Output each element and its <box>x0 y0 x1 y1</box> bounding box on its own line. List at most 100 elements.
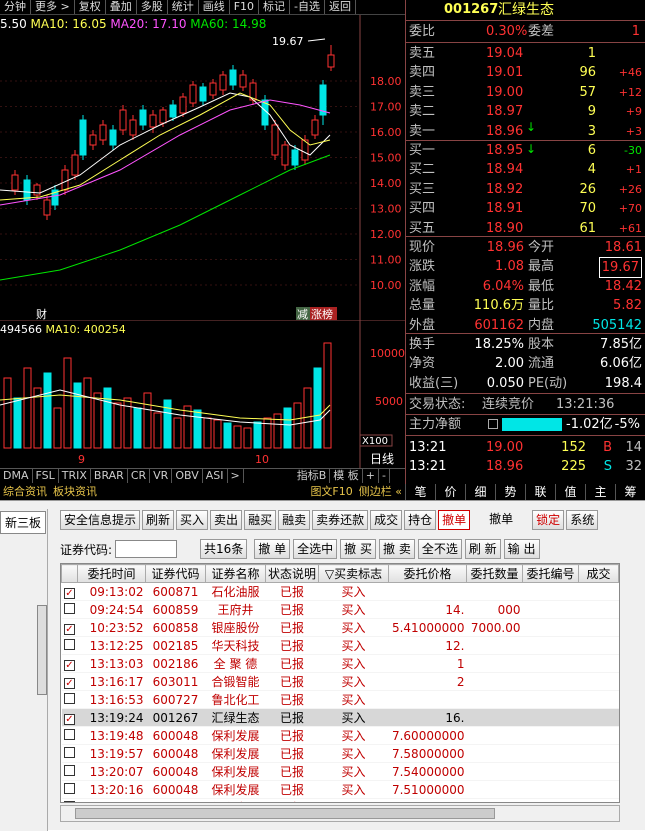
col-header[interactable]: 委托数量 <box>466 564 523 583</box>
checkbox-icon[interactable] <box>63 746 75 758</box>
row-checkbox[interactable] <box>61 780 78 799</box>
col-header[interactable]: 证券名称 <box>204 564 266 583</box>
table-row[interactable]: 13:16:53 600727 鲁北化工 已报 买入 <box>61 690 619 709</box>
menu-item-3[interactable]: 叠加 <box>106 0 137 14</box>
action-button-3[interactable]: 撤 卖 <box>379 539 415 559</box>
menu-item-1[interactable]: 更多 > <box>31 0 75 14</box>
row-checkbox[interactable] <box>61 762 78 781</box>
action-button-1[interactable]: 全选中 <box>293 539 338 559</box>
menu-item-9[interactable]: -自选 <box>290 0 326 14</box>
indicator-tab-2[interactable]: TRIX <box>59 469 91 483</box>
indicator-tab-7[interactable]: ASI <box>203 469 228 483</box>
indicator-tab-12[interactable]: - <box>379 469 390 483</box>
toolbar-button-10[interactable]: 撤单 <box>486 510 516 530</box>
checkbox-icon[interactable]: ✓ <box>63 713 75 725</box>
menu-item-7[interactable]: F10 <box>230 0 260 14</box>
row-checkbox[interactable]: ✓ <box>61 708 78 727</box>
table-row[interactable]: 13:20:07 600048 保利发展 已报 买入 7.54000000 <box>61 762 619 781</box>
info-tab-2[interactable]: 图文F10 <box>307 484 355 500</box>
toolbar-button-4[interactable]: 融买 <box>244 510 277 530</box>
indicator-tab-9[interactable]: 指标B <box>294 469 331 483</box>
quote-tab-2[interactable]: 细 <box>465 484 495 500</box>
row-checkbox[interactable] <box>61 690 78 709</box>
col-header[interactable]: 状态说明 <box>264 564 320 583</box>
table-row[interactable]: 13:20:16 600048 保利发展 已报 买入 7.51000000 <box>61 780 619 799</box>
checkbox-icon[interactable] <box>63 692 75 704</box>
row-checkbox[interactable]: ✓ <box>61 582 78 601</box>
toolbar-button-6[interactable]: 卖券还款 <box>312 510 369 530</box>
toolbar-button-9[interactable]: 撤单 <box>438 510 471 530</box>
checkbox-icon[interactable]: ✓ <box>63 659 75 671</box>
menu-item-2[interactable]: 复权 <box>75 0 106 14</box>
info-tab-3[interactable]: 侧边栏 « <box>356 484 405 500</box>
toolbar-button-1[interactable]: 刷新 <box>142 510 175 530</box>
col-header[interactable]: 委托编号 <box>522 564 579 583</box>
checkbox-icon[interactable]: ✓ <box>63 623 75 635</box>
checkbox-icon[interactable]: ✓ <box>63 677 75 689</box>
row-checkbox[interactable]: ✓ <box>61 618 78 637</box>
indicator-tab-10[interactable]: 模 板 <box>330 469 363 483</box>
toolbar-button-12[interactable]: 系统 <box>566 510 599 530</box>
left-scrollbar[interactable] <box>37 605 47 695</box>
row-checkbox[interactable] <box>61 726 78 745</box>
menu-item-5[interactable]: 统计 <box>168 0 199 14</box>
quote-tab-0[interactable]: 笔 <box>405 484 435 500</box>
toolbar-button-5[interactable]: 融卖 <box>278 510 311 530</box>
kline-candles[interactable]: 18.00 17.00 16.00 15.00 14.00 13.00 12.00 11.00… <box>0 15 405 320</box>
row-checkbox[interactable] <box>61 798 78 802</box>
menu-item-4[interactable]: 多股 <box>137 0 168 14</box>
menu-item-0[interactable]: 分钟 <box>0 0 31 14</box>
table-row[interactable]: 13:19:57 600048 保利发展 已报 买入 7.58000000 <box>61 744 619 763</box>
table-row[interactable]: ✓ 13:13:03 002186 全 聚 德已报 买入 1 <box>61 654 619 673</box>
col-header[interactable]: ▽买卖标志 <box>318 564 389 583</box>
table-row[interactable]: ✓ 10:23:52 600858 银座股份 已报 买入 5.41000000 7000.00 <box>61 618 619 637</box>
table-row[interactable]: 13:20:26600048保利发展已报买入7.47000000 <box>61 798 619 802</box>
row-checkbox[interactable] <box>61 744 78 763</box>
order-grid[interactable]: 委托时间 证券代码 证券名称 状态说明 ▽买卖标志 委托价格 委托数量 委托编号 成交 ✓ 09:… <box>60 563 620 803</box>
row-checkbox[interactable]: ✓ <box>61 672 78 691</box>
quote-tab-1[interactable]: 价 <box>435 484 465 500</box>
indicator-tab-3[interactable]: BRAR <box>91 469 128 483</box>
indicator-tab-1[interactable]: FSL <box>33 469 59 483</box>
action-button-4[interactable]: 全不选 <box>417 539 462 559</box>
col-header[interactable]: 委托价格 <box>388 564 467 583</box>
tab-neeq[interactable]: 新三板 <box>0 511 46 534</box>
indicator-tab-11[interactable]: + <box>363 469 379 483</box>
quote-tab-6[interactable]: 主 <box>585 484 615 500</box>
table-row[interactable]: ✓ 09:13:02 600871 石化油服 已报 买入 <box>61 582 619 601</box>
action-button-5[interactable]: 刷 新 <box>464 539 501 559</box>
toolbar-button-0[interactable]: 安全信息提示 <box>60 510 141 530</box>
col-header[interactable]: 成交 <box>578 564 619 583</box>
quote-tab-3[interactable]: 势 <box>495 484 525 500</box>
checkbox-icon[interactable] <box>63 764 75 776</box>
toolbar-button-3[interactable]: 卖出 <box>210 510 243 530</box>
toolbar-button-8[interactable]: 持仓 <box>404 510 437 530</box>
kline-chart-panel[interactable]: 分钟 更多 > 复权 叠加 多股 统计 画线 F10 标记 -自选 返回 5.50 MA10: 16… <box>0 0 405 500</box>
scroll-thumb[interactable] <box>75 808 495 819</box>
row-checkbox[interactable] <box>61 600 78 619</box>
toolbar-button-7[interactable]: 成交 <box>370 510 403 530</box>
toolbar-button-2[interactable]: 买入 <box>176 510 209 530</box>
horizontal-scrollbar[interactable] <box>60 805 620 822</box>
quote-tab-4[interactable]: 联 <box>525 484 555 500</box>
quote-tab-5[interactable]: 值 <box>555 484 585 500</box>
menu-item-8[interactable]: 标记 <box>259 0 291 14</box>
action-button-2[interactable]: 撤 买 <box>340 539 376 559</box>
indicator-tab-4[interactable]: CR <box>128 469 151 483</box>
indicator-tab-8[interactable]: > <box>228 469 244 483</box>
checkbox-icon[interactable] <box>63 800 75 802</box>
info-tab-0[interactable]: 综合资讯 <box>0 484 50 500</box>
code-input[interactable] <box>115 540 178 558</box>
info-tab-1[interactable]: 板块资讯 <box>50 484 100 500</box>
action-button-6[interactable]: 输 出 <box>503 539 540 559</box>
table-row[interactable]: 13:12:25 002185 华天科技 已报 买入 12. <box>61 636 619 655</box>
checkbox-icon[interactable] <box>63 728 75 740</box>
col-header[interactable]: 委托时间 <box>76 564 146 583</box>
col-header[interactable]: 证券代码 <box>144 564 206 583</box>
menu-item-6[interactable]: 画线 <box>199 0 230 14</box>
menu-item-10[interactable]: 返回 <box>325 0 357 14</box>
volume-bars[interactable]: 10000 5000 X100 日线 9 10 <box>0 320 405 468</box>
indicator-tab-0[interactable]: DMA <box>0 469 33 483</box>
table-row[interactable]: 09:24:54 600859 王府井 已报 买入 14. 000 <box>61 600 619 619</box>
row-checkbox[interactable] <box>61 636 78 655</box>
